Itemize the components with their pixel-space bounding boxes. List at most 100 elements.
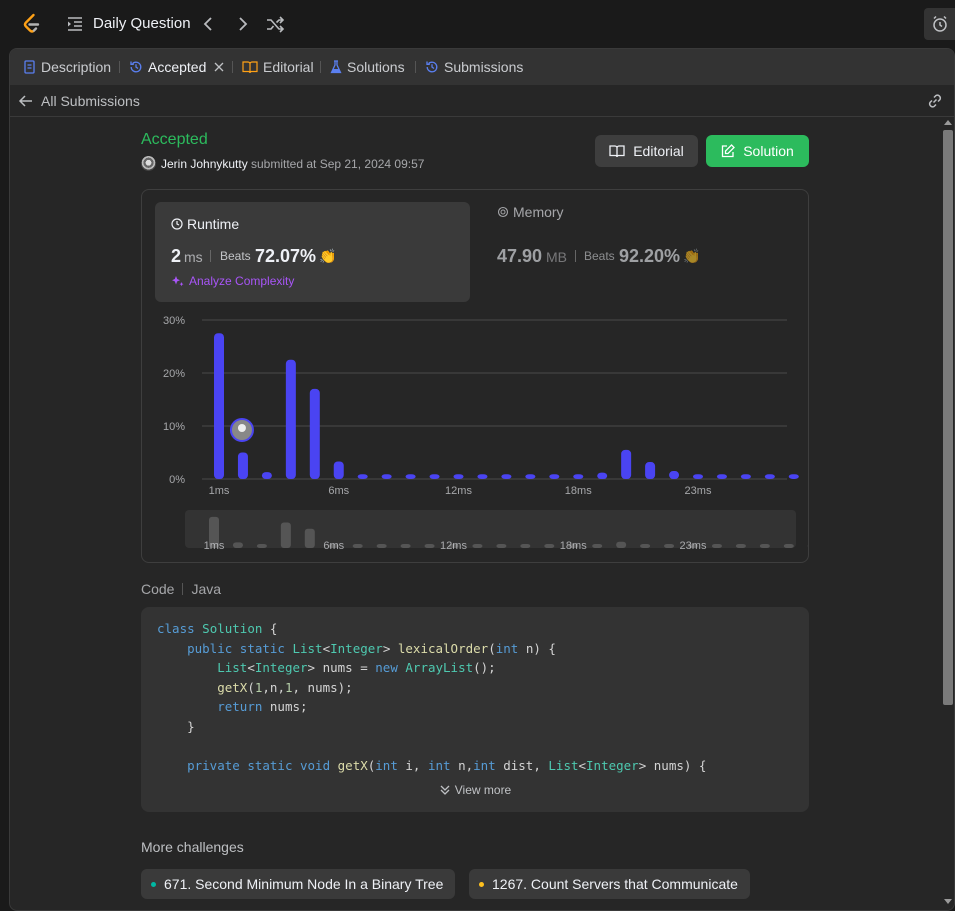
chevron-right-icon[interactable]	[233, 14, 251, 34]
tab-label: Description	[41, 59, 112, 75]
histogram-bar	[381, 474, 392, 479]
list-icon[interactable]	[66, 15, 84, 33]
x-tick-label: 18ms	[565, 485, 592, 497]
navigator-bar	[640, 544, 651, 548]
avatar[interactable]	[141, 156, 156, 171]
alarm-icon	[933, 15, 947, 32]
link-icon[interactable]	[926, 92, 944, 110]
histogram-bar	[573, 474, 584, 479]
navigator-bar	[783, 544, 794, 548]
navigator-bar	[472, 544, 483, 548]
histogram-bar	[764, 474, 775, 479]
histogram-bar	[549, 474, 560, 479]
navigator-bar	[232, 542, 243, 548]
histogram-bar	[285, 359, 296, 479]
histogram-bar	[740, 474, 751, 479]
status-accepted: Accepted	[141, 131, 208, 148]
navigator-tick-label: 18ms	[560, 540, 587, 552]
book-icon	[609, 145, 625, 158]
close-icon[interactable]	[214, 62, 224, 72]
author-name[interactable]: Jerin Johnykutty	[161, 157, 248, 171]
edit-icon	[722, 144, 736, 158]
navigator-tick-label: 1ms	[204, 540, 225, 552]
histogram-bar	[501, 474, 512, 479]
description-icon	[24, 60, 35, 74]
histogram-bar	[214, 333, 224, 479]
solution-button[interactable]: Solution	[706, 135, 809, 167]
tab-label: Submissions	[444, 59, 524, 75]
submission-subbar: All Submissions	[10, 85, 954, 117]
view-more-button[interactable]: View more	[141, 783, 809, 797]
tab-description[interactable]: Description	[23, 58, 111, 76]
navigator-bar	[496, 544, 507, 548]
code-language: Java	[191, 581, 222, 597]
history-icon	[130, 61, 142, 73]
challenge-label: 1267. Count Servers that Communicate	[492, 876, 738, 892]
histogram-bar	[597, 472, 608, 479]
tab-accepted[interactable]: Accepted	[129, 58, 229, 76]
histogram-bar	[621, 449, 632, 479]
x-tick-label: 1ms	[209, 485, 230, 497]
navigator-bar	[304, 528, 315, 548]
y-tick-label: 0%	[169, 474, 185, 486]
chevron-left-icon[interactable]	[200, 14, 218, 34]
x-tick-label: 12ms	[445, 485, 472, 497]
navigator-bar	[664, 544, 675, 548]
navigator-bar	[711, 544, 722, 548]
code-header: Code Java	[141, 581, 221, 597]
avatar	[237, 424, 246, 432]
arrow-left-icon[interactable]	[18, 93, 34, 109]
view-more-label: View more	[454, 783, 512, 797]
histogram-bar	[525, 474, 536, 479]
navigator-bar	[616, 541, 627, 548]
scrollbar-thumb[interactable]	[943, 130, 953, 705]
navigator-bar	[400, 544, 411, 548]
tab-solutions[interactable]: Solutions	[330, 58, 405, 76]
navigator-tick-label: 23ms	[680, 540, 707, 552]
editorial-button-label: Editorial	[633, 143, 684, 159]
navigator-bar	[520, 544, 531, 548]
histogram-bar	[237, 452, 248, 479]
more-challenges-title: More challenges	[141, 839, 244, 855]
code-block[interactable]: class Solution { public static List<Inte…	[141, 607, 809, 812]
top-bar: Daily Question	[0, 0, 955, 48]
navigator-bar	[759, 544, 770, 548]
scroll-up-arrow[interactable]	[944, 120, 952, 125]
runtime-distribution-chart[interactable]: 30% 20% 10% 0% 1ms 6ms 12ms 18ms 23ms 1ms 6ms 12ms 1…	[142, 190, 808, 562]
tab-submissions[interactable]: Submissions	[425, 58, 523, 76]
alarm-button[interactable]	[924, 8, 955, 40]
tab-divider	[232, 61, 233, 73]
tab-divider	[415, 61, 416, 73]
histogram-bar	[693, 474, 703, 479]
histogram-bar	[716, 474, 727, 479]
daily-question-title[interactable]: Daily Question	[93, 15, 191, 32]
leetcode-logo[interactable]	[20, 12, 44, 36]
tab-editorial[interactable]: Editorial	[242, 58, 314, 76]
scrollbar[interactable]	[940, 117, 954, 910]
tab-label: Editorial	[263, 59, 314, 75]
challenge-chip[interactable]: 1267. Count Servers that Communicate	[469, 869, 750, 899]
navigator-bar	[544, 544, 555, 548]
all-submissions-link[interactable]: All Submissions	[41, 93, 140, 109]
histogram-bar	[477, 474, 488, 479]
divider	[182, 583, 184, 595]
flask-icon	[330, 60, 342, 74]
navigator-bar	[592, 544, 603, 548]
scroll-down-arrow[interactable]	[944, 899, 952, 904]
navigator-bar	[280, 522, 291, 548]
histogram-bar	[333, 461, 344, 479]
book-icon	[242, 61, 258, 74]
histogram-bar	[429, 474, 440, 479]
histogram-bar	[405, 474, 416, 479]
shuffle-icon[interactable]	[265, 14, 285, 34]
code-title: Code	[141, 581, 175, 597]
navigator-bar	[424, 544, 435, 548]
tab-divider	[119, 61, 120, 73]
histogram-bar	[309, 388, 320, 479]
tab-bar: Description Accepted Editorial Solutions…	[10, 49, 954, 85]
challenge-chip[interactable]: 671. Second Minimum Node In a Binary Tre…	[141, 869, 456, 899]
editorial-button[interactable]: Editorial	[595, 135, 698, 167]
y-tick-label: 30%	[163, 315, 185, 327]
x-tick-label: 6ms	[328, 485, 349, 497]
histogram-bar	[261, 472, 272, 479]
